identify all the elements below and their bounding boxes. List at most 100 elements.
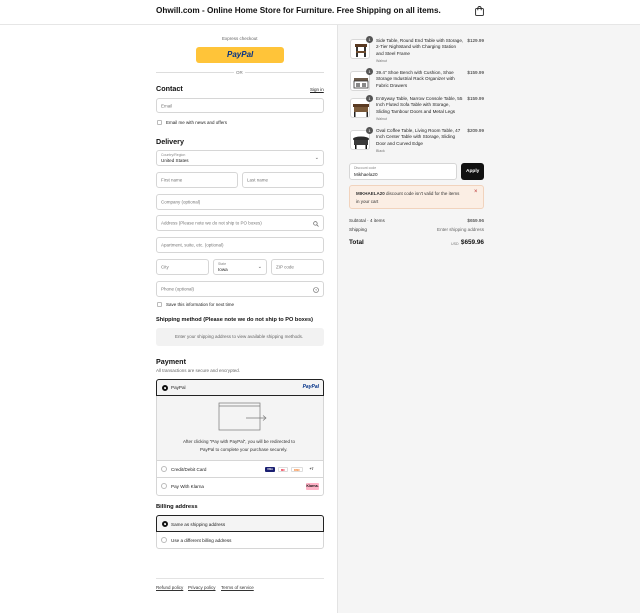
card-option-label: Credit/Debit Card: [171, 467, 207, 472]
close-icon[interactable]: ×: [474, 189, 478, 195]
refund-policy-link[interactable]: Refund policy: [156, 585, 183, 590]
item-price: $129.99: [467, 38, 484, 43]
terms-of-service-link[interactable]: Terms of service: [221, 585, 254, 590]
state-select[interactable]: State Iowa ⌄: [213, 259, 267, 275]
company-placeholder: Company (optional): [161, 199, 201, 205]
billing-option-different[interactable]: Use a different billing address: [157, 532, 323, 548]
shipping-method-heading: Shipping method (Please note we do not s…: [156, 317, 313, 323]
shipping-value: Enter shipping address: [437, 227, 484, 232]
save-info-checkbox[interactable]: [157, 302, 162, 307]
privacy-policy-link[interactable]: Privacy policy: [188, 585, 216, 590]
currency-code: USD: [451, 242, 459, 246]
contact-heading: Contact: [156, 84, 183, 93]
item-quantity-badge: 1: [366, 95, 373, 102]
or-separator: OR: [236, 69, 243, 75]
payment-option-paypal[interactable]: PayPal PayPal: [156, 379, 324, 396]
item-name: 39.4" Shoe Bench with Cushion, Shoe Stor…: [376, 70, 455, 88]
first-name-field[interactable]: First name: [156, 172, 238, 188]
paypal-redirect-text-1: After clicking “Pay with PayPal”, you wi…: [183, 439, 296, 444]
discount-code-label: Discount code: [354, 166, 377, 170]
sign-in-link[interactable]: Sign in: [310, 87, 324, 92]
paypal-radio[interactable]: [162, 385, 168, 391]
express-checkout-label: Express checkout: [222, 36, 258, 41]
item-name: Entryway Table, Narrow Console Table, 55…: [376, 96, 463, 114]
browser-redirect-icon: [218, 402, 267, 431]
mastercard-icon: MC: [278, 467, 288, 472]
city-field[interactable]: City: [156, 259, 209, 275]
item-price: $209.99: [467, 128, 484, 133]
discount-code-value: Mikhaela20: [354, 172, 378, 177]
divider: [245, 72, 324, 73]
email-field[interactable]: Email: [156, 98, 324, 113]
discount-error-line-2: in your cart: [356, 199, 379, 204]
shipping-label: Shipping: [349, 227, 367, 232]
discount-error-text: discount code isn't valid for the items: [384, 191, 460, 196]
billing-heading: Billing address: [156, 504, 198, 510]
discover-icon: DISC: [291, 467, 303, 472]
footer-divider: [156, 578, 324, 579]
item-variant: Walnut: [376, 59, 388, 63]
chevron-down-icon: ⌄: [314, 155, 319, 161]
visa-icon: VISA: [265, 467, 275, 472]
discount-code-field[interactable]: Discount code Mikhaela20: [349, 163, 457, 180]
subtotal-value: $659.96: [467, 218, 484, 223]
apply-button-label: Apply: [466, 168, 480, 174]
billing-option-same[interactable]: Same as shipping address: [156, 515, 324, 532]
discount-error-code: MIKHAELA20: [356, 191, 385, 196]
apartment-placeholder: Apartment, suite, etc. (optional): [161, 242, 224, 248]
paypal-redirect-text-2: PayPal to complete your purchase securel…: [200, 447, 288, 452]
last-name-placeholder: Last name: [247, 177, 269, 183]
payment-option-card[interactable]: Credit/Debit Card VISA MC DISC +7: [157, 461, 323, 478]
paypal-express-button[interactable]: PayPal: [196, 47, 284, 63]
subtotal-label: Subtotal · 4 items: [349, 218, 385, 223]
help-icon[interactable]: ?: [313, 287, 319, 293]
last-name-field[interactable]: Last name: [242, 172, 324, 188]
item-price: $159.99: [467, 96, 484, 101]
email-placeholder: Email: [161, 103, 173, 108]
discount-error-banner: MIKHAELA20 discount code isn't valid for…: [349, 185, 484, 209]
svg-text:?: ?: [315, 288, 317, 292]
store-title[interactable]: Ohwill.com - Online Home Store for Furni…: [156, 6, 441, 15]
apartment-field[interactable]: Apartment, suite, etc. (optional): [156, 237, 324, 253]
site-header: Ohwill.com - Online Home Store for Furni…: [0, 0, 640, 25]
search-icon: [313, 221, 319, 227]
news-label: Email me with news and offers: [166, 120, 227, 125]
same-address-radio[interactable]: [162, 521, 168, 527]
country-label: Country/Region: [161, 153, 186, 157]
zip-field[interactable]: ZIP code: [271, 259, 324, 275]
state-label: State: [218, 262, 227, 266]
save-info-label: Save this information for next time: [166, 302, 235, 307]
address-placeholder: Address (Please note we do not ship to P…: [161, 220, 262, 226]
country-value: United States: [161, 158, 189, 163]
shipping-notice-text: Enter your shipping address to view avai…: [175, 334, 304, 339]
total-label: Total: [349, 239, 364, 246]
klarna-radio[interactable]: [161, 483, 167, 489]
item-quantity-badge: 1: [366, 36, 373, 43]
item-variant: Black: [376, 149, 385, 153]
item-quantity-badge: 1: [366, 127, 373, 134]
discount-error-line-1: MIKHAELA20 discount code isn't valid for…: [356, 191, 459, 196]
paypal-logo: PayPal: [302, 384, 319, 390]
apply-button[interactable]: Apply: [461, 163, 484, 180]
divider: [156, 72, 234, 73]
card-radio[interactable]: [161, 466, 167, 472]
more-cards-badge: +7: [307, 467, 316, 472]
chevron-down-icon: ⌄: [257, 264, 262, 270]
klarna-logo: Klarna.: [306, 483, 319, 490]
payment-option-klarna[interactable]: Pay With Klarna Klarna.: [157, 478, 323, 495]
item-price: $159.99: [467, 70, 484, 75]
address-field[interactable]: Address (Please note we do not ship to P…: [156, 215, 324, 231]
zip-placeholder: ZIP code: [276, 264, 294, 270]
company-field[interactable]: Company (optional): [156, 194, 324, 210]
item-variant: Walnut: [376, 117, 388, 121]
news-checkbox[interactable]: [157, 120, 162, 125]
klarna-option-label: Pay With Klarna: [171, 484, 204, 489]
first-name-placeholder: First name: [161, 177, 183, 183]
total-value: $659.96: [460, 239, 484, 246]
paypal-redirect-panel: After clicking “Pay with PayPal”, you wi…: [157, 396, 323, 461]
country-select[interactable]: Country/Region United States ⌄: [156, 150, 324, 166]
shopping-bag-icon[interactable]: [475, 6, 484, 16]
different-address-label: Use a different billing address: [171, 537, 232, 543]
phone-field[interactable]: Phone (optional) ?: [156, 281, 324, 297]
different-address-radio[interactable]: [161, 537, 167, 543]
